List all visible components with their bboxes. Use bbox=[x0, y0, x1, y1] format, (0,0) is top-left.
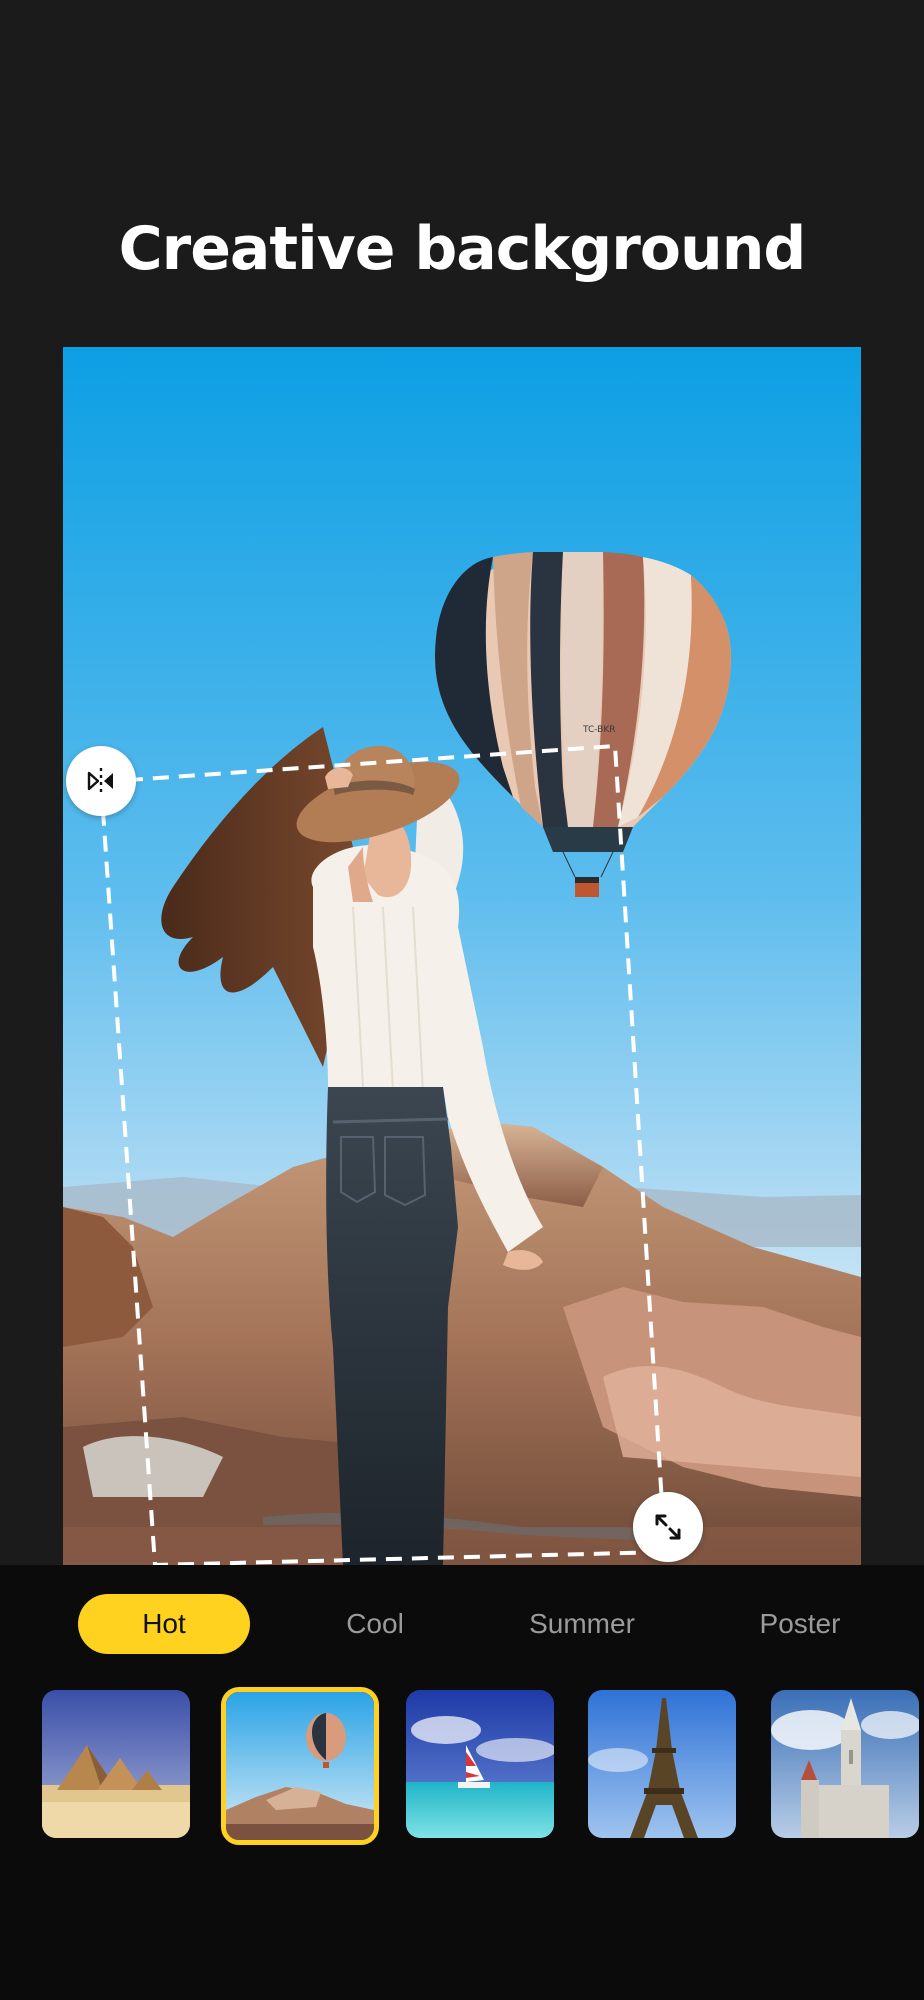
background-thumbnail-eiffel[interactable] bbox=[588, 1690, 736, 1838]
balloon-marking: TC-BKR bbox=[582, 725, 616, 735]
background-thumbnail-pyramids[interactable] bbox=[42, 1690, 190, 1838]
resize-arrows-icon bbox=[655, 1514, 681, 1540]
background-thumbnail-balloon[interactable] bbox=[221, 1687, 379, 1845]
tab-summer[interactable]: Summer bbox=[502, 1594, 662, 1654]
resize-handle[interactable] bbox=[633, 1492, 703, 1562]
photo-canvas[interactable]: TC-BKR bbox=[63, 347, 861, 1565]
pyramids-image bbox=[42, 1690, 190, 1838]
background-thumbnail-cathedral[interactable] bbox=[771, 1690, 919, 1838]
flip-handle[interactable] bbox=[66, 746, 136, 816]
sailboat-beach-image bbox=[406, 1690, 554, 1838]
tab-hot[interactable]: Hot bbox=[78, 1594, 250, 1654]
hot-air-balloon-image bbox=[226, 1692, 374, 1840]
composite-photo: TC-BKR bbox=[63, 347, 861, 1565]
eiffel-tower-image bbox=[588, 1690, 736, 1838]
page-title: Creative background bbox=[118, 214, 807, 284]
tab-cool[interactable]: Cool bbox=[310, 1594, 440, 1654]
cathedral-image bbox=[771, 1690, 919, 1838]
tab-poster[interactable]: Poster bbox=[730, 1594, 870, 1654]
flip-horizontal-icon bbox=[87, 768, 113, 792]
background-thumbnail-sailboat[interactable] bbox=[406, 1690, 554, 1838]
